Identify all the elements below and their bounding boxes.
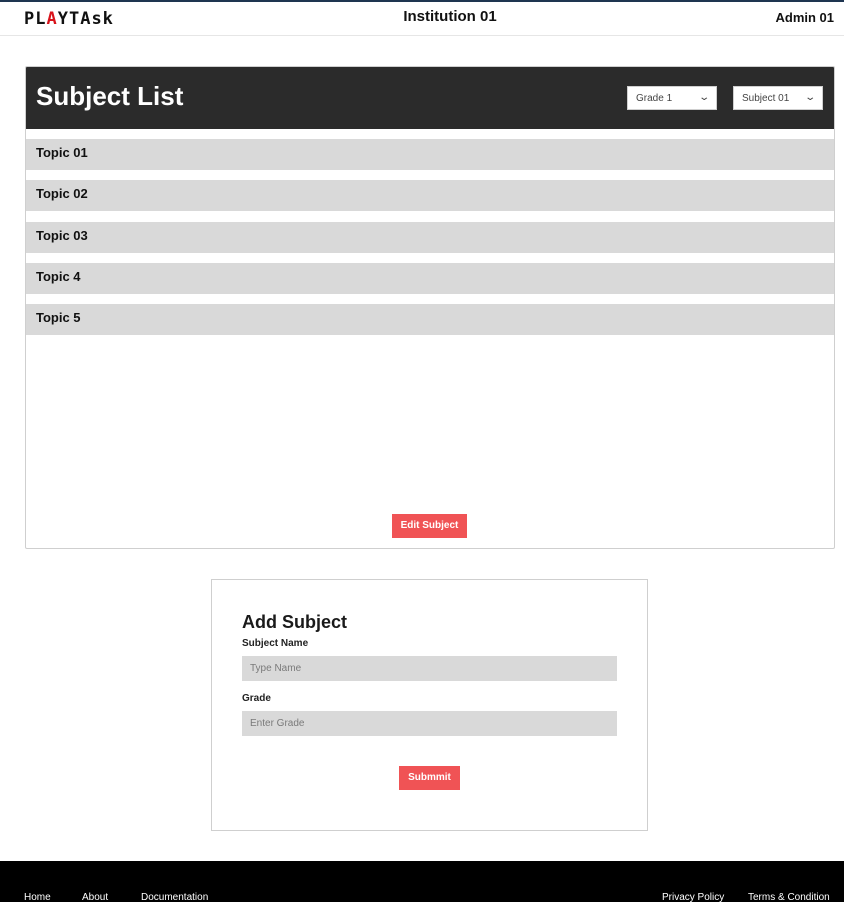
footer-link-about[interactable]: About — [82, 892, 108, 902]
grade-label: Grade — [242, 693, 271, 704]
user-name[interactable]: Admin 01 — [775, 10, 834, 25]
topic-item[interactable]: Topic 02 — [26, 180, 834, 211]
grade-select[interactable]: Grade 1 ⌄ — [627, 86, 717, 110]
subject-select-value: Subject 01 — [742, 93, 790, 104]
chevron-down-icon: ⌄ — [697, 92, 710, 103]
grade-select-value: Grade 1 — [636, 93, 673, 104]
chevron-down-icon: ⌄ — [803, 92, 816, 103]
subject-list-header: Subject List Grade 1 ⌄ Subject 01 ⌄ — [26, 67, 834, 129]
subject-list-title: Subject List — [36, 81, 184, 111]
add-subject-title: Add Subject — [242, 612, 348, 632]
subject-select[interactable]: Subject 01 ⌄ — [733, 86, 823, 110]
footer: Home About Documentation Privacy Policy … — [0, 861, 844, 902]
topic-item[interactable]: Topic 5 — [26, 304, 834, 335]
subject-name-input[interactable] — [242, 656, 617, 681]
footer-link-documentation[interactable]: Documentation — [141, 892, 208, 902]
institution-title: Institution 01 — [403, 8, 497, 25]
submit-button[interactable]: Submmit — [399, 766, 460, 790]
footer-link-terms[interactable]: Terms & Condition — [748, 892, 830, 902]
footer-link-home[interactable]: Home — [24, 892, 51, 902]
topic-item[interactable]: Topic 03 — [26, 222, 834, 253]
topic-item[interactable]: Topic 4 — [26, 263, 834, 294]
top-navbar: PLAYTAsk Institution 01 Admin 01 — [0, 0, 844, 36]
add-subject-card: Add Subject Subject Name Grade Submmit — [211, 579, 648, 831]
edit-subject-button[interactable]: Edit Subject — [392, 514, 467, 538]
grade-input[interactable] — [242, 711, 617, 736]
topic-item[interactable]: Topic 01 — [26, 139, 834, 170]
subject-list-panel: Subject List Grade 1 ⌄ Subject 01 ⌄ Topi… — [25, 66, 835, 549]
footer-link-privacy-policy[interactable]: Privacy Policy — [662, 892, 724, 902]
subject-name-label: Subject Name — [242, 638, 309, 649]
